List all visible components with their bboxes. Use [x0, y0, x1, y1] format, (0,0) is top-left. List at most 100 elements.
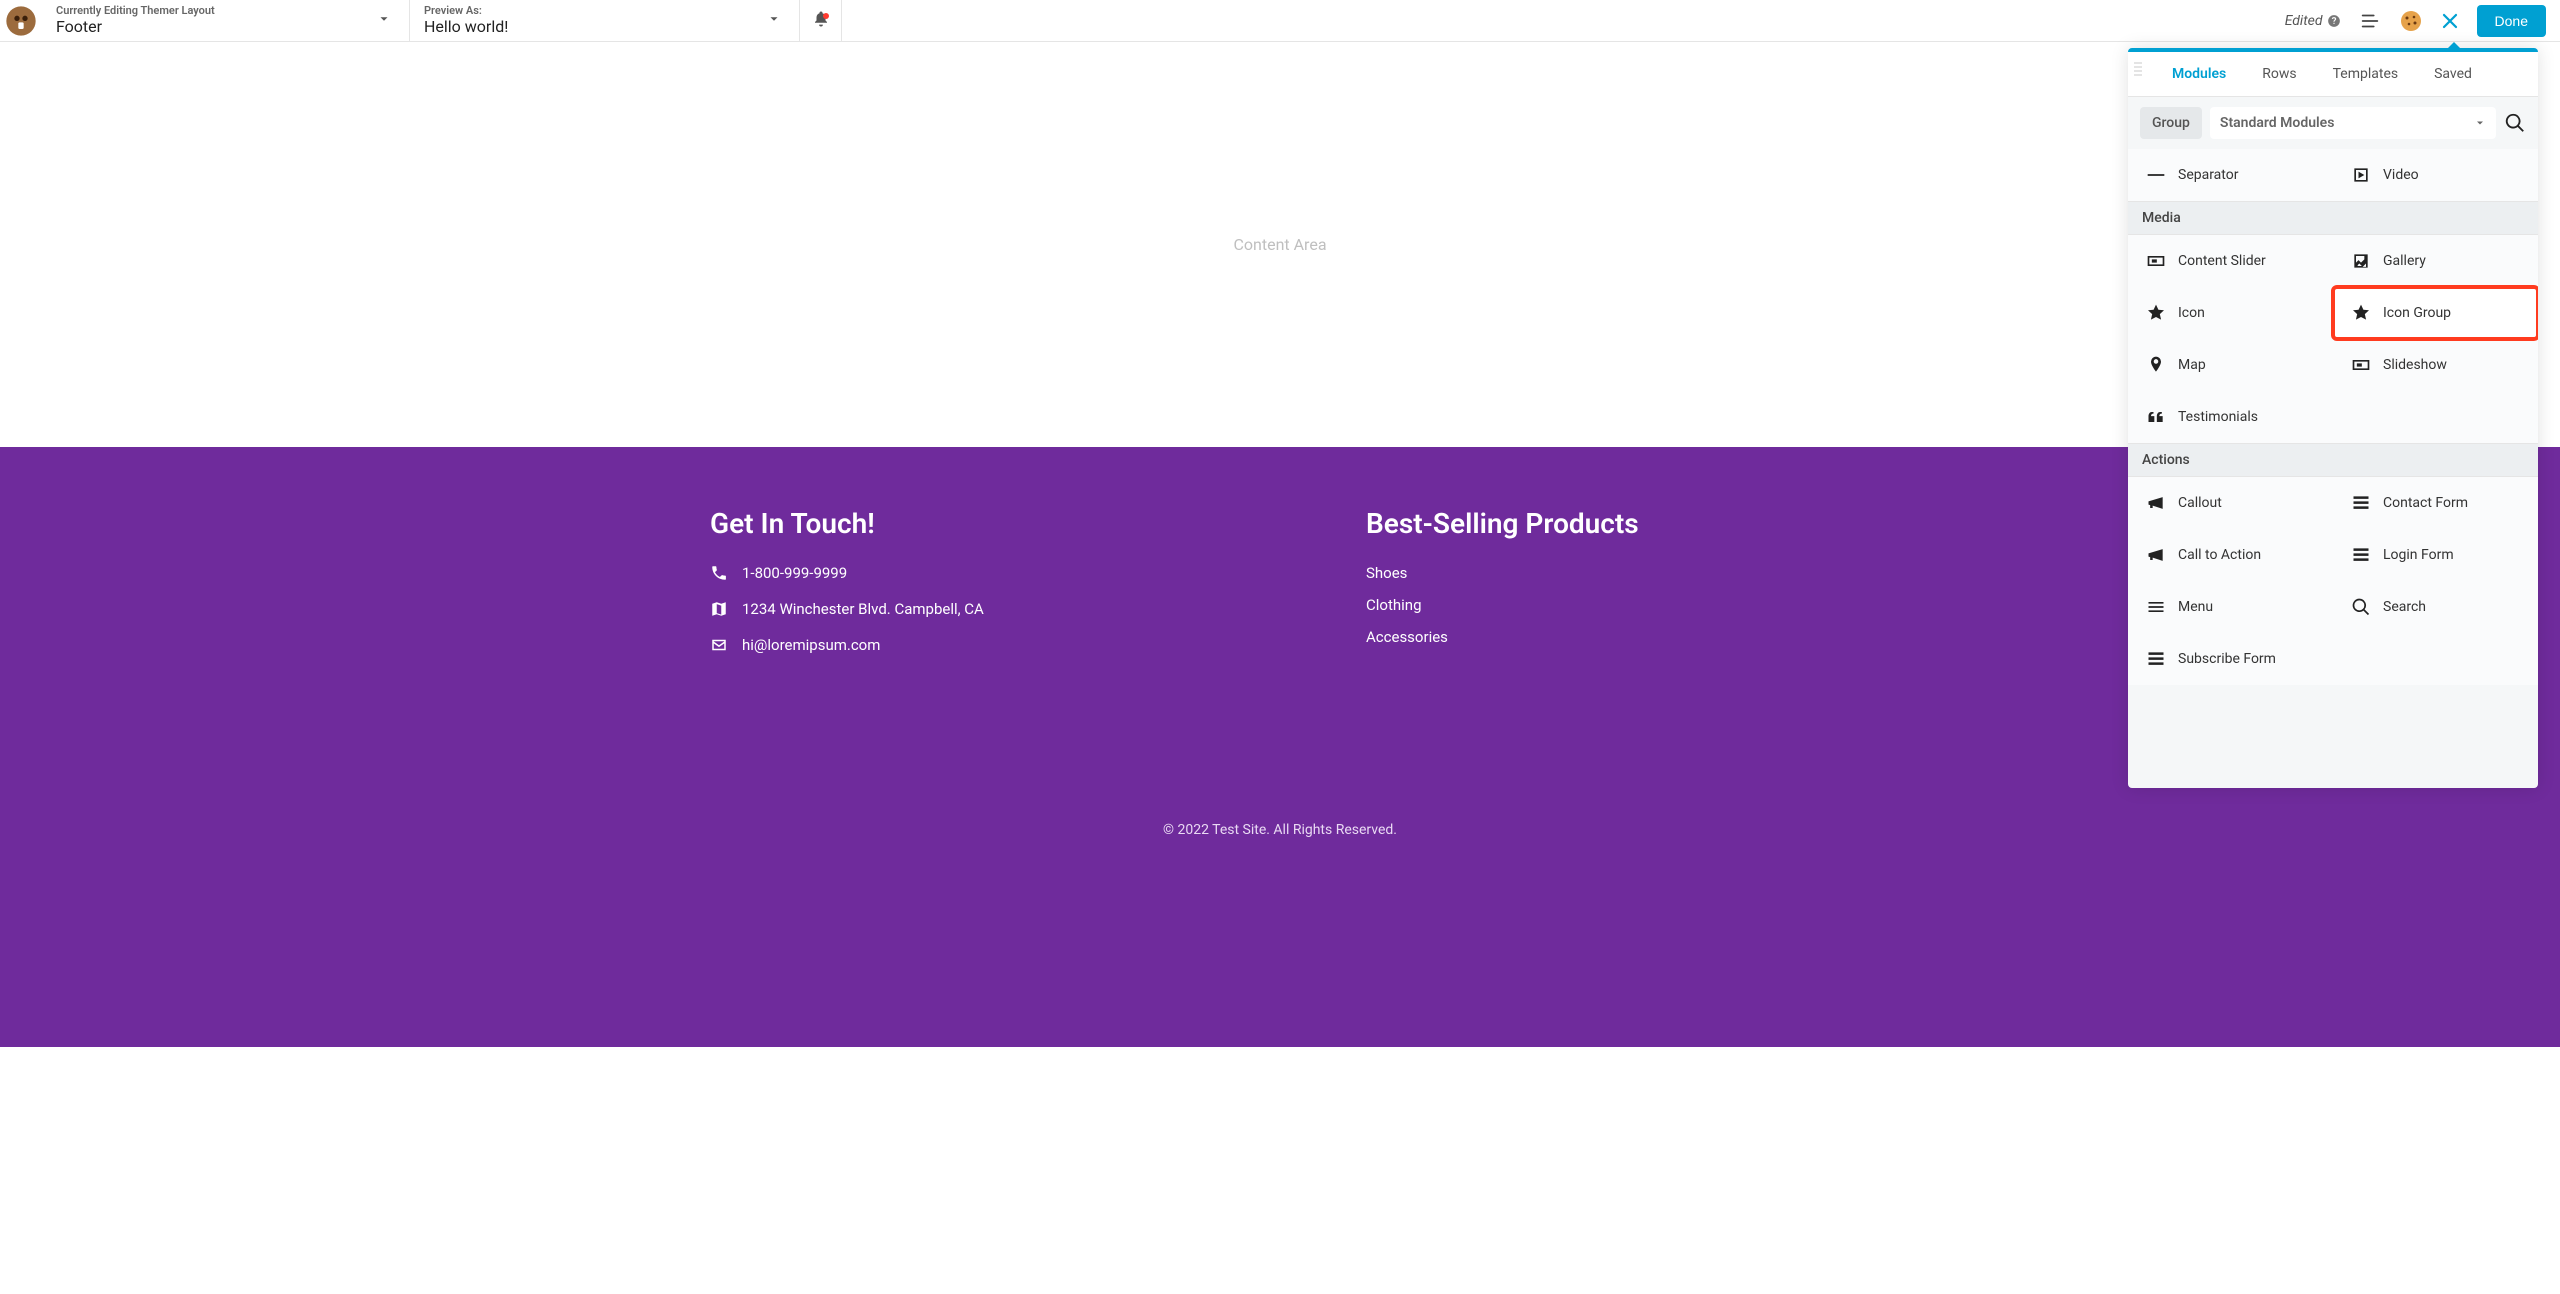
module-callout[interactable]: Callout: [2128, 477, 2333, 529]
map-icon: [2146, 355, 2166, 375]
done-button[interactable]: Done: [2477, 5, 2546, 37]
module-map[interactable]: Map: [2128, 339, 2333, 391]
module-separator[interactable]: Separator: [2128, 149, 2333, 201]
slider-icon: [2351, 355, 2371, 375]
close-icon: [2441, 12, 2459, 30]
outline-icon: [2359, 10, 2381, 32]
module-label: Map: [2178, 357, 2206, 373]
best-selling-title: Best-Selling Products: [1366, 507, 1639, 540]
help-icon: [2327, 14, 2341, 28]
app-logo: [0, 0, 42, 41]
form-icon: [2351, 493, 2371, 513]
module-label: Search: [2383, 599, 2426, 615]
top-toolbar: Currently Editing Themer Layout Footer P…: [0, 0, 2560, 42]
module-search[interactable]: Search: [2333, 581, 2538, 633]
panel-drag-handle[interactable]: [2134, 62, 2142, 76]
module-label: Icon: [2178, 305, 2205, 321]
group-select[interactable]: Standard Modules: [2210, 107, 2496, 139]
tab-modules[interactable]: Modules: [2154, 52, 2244, 96]
slider-icon: [2146, 251, 2166, 271]
group-filter-button[interactable]: Group: [2140, 107, 2202, 139]
preview-selector[interactable]: Preview As: Hello world!: [410, 0, 800, 41]
assistant-button[interactable]: [2399, 9, 2423, 33]
module-video[interactable]: Video: [2333, 149, 2538, 201]
notifications-button[interactable]: [800, 0, 842, 41]
chevron-down-icon: [377, 12, 391, 30]
footer-address-row: 1234 Winchester Blvd. Campbell, CA: [710, 600, 1306, 618]
footer-link[interactable]: Accessories: [1366, 628, 1639, 646]
footer-col-products: Best-Selling Products Shoes Clothing Acces…: [1366, 507, 1639, 672]
footer-email-row: hi@loremipsum.com: [710, 636, 1306, 654]
envelope-icon: [710, 636, 728, 654]
module-label: Testimonials: [2178, 409, 2258, 425]
search-icon: [2351, 597, 2371, 617]
panel-body[interactable]: Separator Video Media Content Slider Gallery…: [2128, 149, 2538, 788]
edited-status[interactable]: Edited: [2285, 13, 2341, 29]
module-icon[interactable]: Icon: [2128, 287, 2333, 339]
footer-phone-row: 1-800-999-9999: [710, 564, 1306, 582]
bullhorn-icon: [2146, 493, 2166, 513]
outline-button[interactable]: [2359, 10, 2381, 32]
module-call-to-action[interactable]: Call to Action: [2128, 529, 2333, 581]
module-contact-form[interactable]: Contact Form: [2333, 477, 2538, 529]
form-icon: [2351, 545, 2371, 565]
module-label: Callout: [2178, 495, 2222, 511]
map-icon: [710, 600, 728, 618]
tab-saved[interactable]: Saved: [2416, 52, 2490, 96]
module-subscribe-form[interactable]: Subscribe Form: [2128, 633, 2333, 685]
edited-label: Edited: [2285, 13, 2323, 29]
chevron-down-icon: [767, 12, 781, 30]
footer-links: Shoes Clothing Accessories: [1366, 564, 1639, 646]
category-header: Media: [2128, 201, 2538, 235]
module-label: Icon Group: [2383, 305, 2451, 321]
module-label: Content Slider: [2178, 253, 2266, 269]
panel-filter-bar: Group Standard Modules: [2128, 97, 2538, 149]
notification-dot: [823, 13, 829, 19]
module-label: Video: [2383, 167, 2419, 183]
module-gallery[interactable]: Gallery: [2333, 235, 2538, 287]
get-in-touch-title: Get In Touch!: [710, 507, 1306, 540]
tab-rows[interactable]: Rows: [2244, 52, 2314, 96]
module-label: Contact Form: [2383, 495, 2468, 511]
close-button[interactable]: [2441, 12, 2459, 30]
panel-tabs: ModulesRowsTemplatesSaved: [2128, 52, 2538, 97]
phone-icon: [710, 564, 728, 582]
module-label: Menu: [2178, 599, 2213, 615]
module-label: Call to Action: [2178, 547, 2261, 563]
module-slideshow[interactable]: Slideshow: [2333, 339, 2538, 391]
module-content-slider[interactable]: Content Slider: [2128, 235, 2333, 287]
star-icon: [2146, 303, 2166, 323]
module-label: Subscribe Form: [2178, 651, 2276, 667]
search-icon[interactable]: [2504, 112, 2526, 134]
footer-address[interactable]: 1234 Winchester Blvd. Campbell, CA: [742, 600, 984, 618]
panel-pointer: [2444, 42, 2464, 52]
module-menu[interactable]: Menu: [2128, 581, 2333, 633]
footer-email[interactable]: hi@loremipsum.com: [742, 636, 880, 654]
form-icon: [2146, 649, 2166, 669]
chevron-down-icon: [2474, 117, 2486, 129]
layout-label: Currently Editing Themer Layout: [56, 5, 395, 17]
footer-link[interactable]: Shoes: [1366, 564, 1639, 582]
layout-selector[interactable]: Currently Editing Themer Layout Footer: [42, 0, 410, 41]
preview-value: Hello world!: [424, 17, 785, 36]
preview-label: Preview As:: [424, 5, 785, 17]
cookie-icon: [2399, 9, 2423, 33]
module-icon-group[interactable]: Icon Group: [2333, 287, 2538, 339]
module-label: Login Form: [2383, 547, 2454, 563]
module-login-form[interactable]: Login Form: [2333, 529, 2538, 581]
group-select-value: Standard Modules: [2220, 115, 2335, 131]
module-testimonials[interactable]: Testimonials: [2128, 391, 2333, 443]
quote-icon: [2146, 407, 2166, 427]
star-icon: [2351, 303, 2371, 323]
tab-templates[interactable]: Templates: [2315, 52, 2417, 96]
bullhorn-icon: [2146, 545, 2166, 565]
module-label: Slideshow: [2383, 357, 2447, 373]
add-content-panel[interactable]: ModulesRowsTemplatesSaved Group Standard…: [2128, 48, 2538, 788]
video-icon: [2351, 165, 2371, 185]
layout-value: Footer: [56, 17, 395, 36]
category-header: Actions: [2128, 443, 2538, 477]
module-label: Gallery: [2383, 253, 2426, 269]
footer-link[interactable]: Clothing: [1366, 596, 1639, 614]
footer-col-contact: Get In Touch! 1-800-999-9999 1234 Winche…: [710, 507, 1306, 672]
footer-phone[interactable]: 1-800-999-9999: [742, 564, 847, 582]
